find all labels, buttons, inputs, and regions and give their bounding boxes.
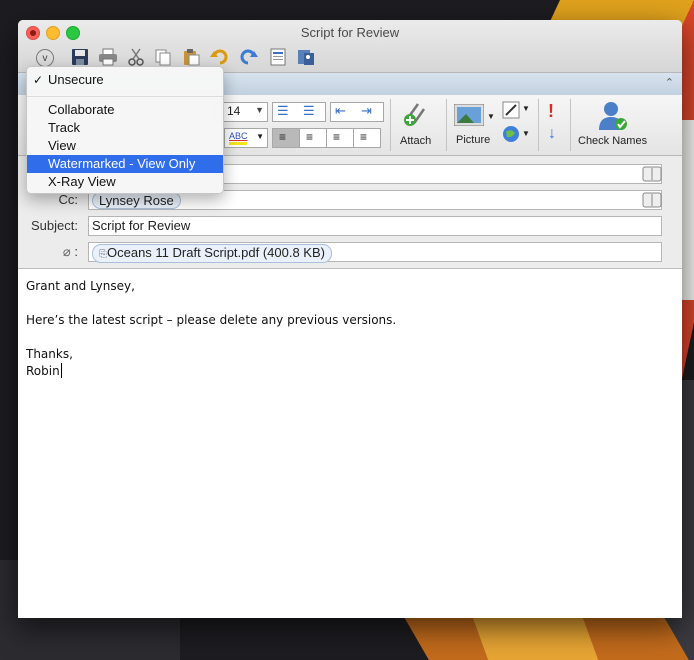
list-buttons: ☰ ☰	[272, 102, 326, 122]
align-left-button[interactable]: ≡	[272, 128, 300, 148]
attachment-token[interactable]: ⎘Oceans 11 Draft Script.pdf (400.8 KB)	[92, 244, 332, 263]
menu-item-watermarked[interactable]: Watermarked - View Only	[27, 155, 223, 173]
justify-button[interactable]: ≡	[353, 128, 381, 148]
undo-icon[interactable]	[210, 47, 230, 67]
subject-label: Subject:	[31, 218, 78, 233]
checkmark-icon: ✓	[33, 73, 44, 87]
decrease-indent-icon[interactable]: ⇤	[335, 103, 346, 119]
attachment-colon: :	[74, 244, 78, 259]
body-line: Robin	[26, 364, 60, 378]
check-names-button[interactable]: Check Names	[576, 98, 650, 152]
highlight-color-swatch	[229, 142, 247, 145]
align-left-icon: ≡	[279, 130, 287, 144]
window-title: Script for Review	[300, 25, 400, 40]
align-center-icon: ≡	[306, 130, 314, 144]
address-book-to-button[interactable]	[642, 165, 662, 183]
paperclip-icon	[404, 103, 426, 126]
body-line: Thanks,	[26, 347, 73, 361]
cut-icon[interactable]	[126, 47, 146, 67]
picture-button[interactable]: ▼ Picture	[452, 98, 500, 152]
message-body[interactable]: Grant and Lynsey, Here’s the latest scri…	[18, 268, 682, 618]
attach-label: Attach	[400, 135, 432, 147]
indent-buttons: ⇤ ⇥	[330, 102, 384, 122]
align-right-icon: ≡	[333, 130, 341, 144]
menu-item-label: Watermarked - View Only	[48, 156, 196, 171]
copy-icon[interactable]	[153, 47, 173, 67]
align-center-button[interactable]: ≡	[299, 128, 327, 148]
picture-label: Picture	[456, 134, 491, 146]
increase-indent-icon[interactable]: ⇥	[361, 103, 372, 119]
address-book-icon[interactable]	[296, 47, 316, 67]
attachment-label: ⌀ :	[18, 244, 78, 260]
align-right-button[interactable]: ≡	[326, 128, 354, 148]
draw-tool-button[interactable]: ▼	[502, 101, 530, 121]
format-icon[interactable]	[268, 47, 288, 67]
pencil-icon	[502, 101, 520, 119]
menu-item-label: Track	[48, 120, 81, 135]
pdf-file-icon: ⎘	[99, 249, 107, 260]
divider	[570, 99, 571, 151]
address-book-cc-button[interactable]	[642, 191, 662, 209]
book-icon	[642, 192, 662, 208]
menu-item-track[interactable]: Track	[27, 119, 223, 137]
low-priority-icon[interactable]: ↓	[548, 125, 564, 145]
divider	[538, 99, 539, 151]
title-bar: Script for Review v	[18, 20, 682, 72]
chevron-down-icon: ▼	[255, 105, 264, 115]
paperclip-icon: ⌀	[62, 244, 71, 259]
body-line-last: Robin	[26, 362, 62, 380]
menu-item-label: Collaborate	[48, 102, 115, 117]
save-icon[interactable]	[70, 47, 90, 67]
attach-button[interactable]: Attach	[396, 98, 436, 152]
bulleted-list-icon[interactable]: ☰	[277, 103, 289, 119]
options-icon[interactable]: v	[36, 49, 54, 67]
chevron-down-icon: ▼	[522, 104, 530, 113]
person-check-icon	[599, 102, 627, 130]
menu-item-xray-view[interactable]: X-Ray View	[27, 173, 223, 191]
menu-item-label: X-Ray View	[48, 174, 116, 189]
menu-item-label: View	[48, 138, 76, 153]
menu-item-collaborate[interactable]: Collaborate	[27, 101, 223, 119]
attachments-field[interactable]: ⎘Oceans 11 Draft Script.pdf (400.8 KB)	[88, 242, 662, 263]
attachment-name: Oceans 11 Draft Script.pdf (400.8 KB)	[107, 245, 325, 260]
spelling-button[interactable]: ABC ▼	[224, 128, 268, 148]
collapse-ribbon-icon[interactable]: ⌃	[665, 76, 674, 89]
check-names-label: Check Names	[578, 135, 648, 147]
high-priority-icon[interactable]: !	[548, 101, 564, 121]
body-line: Here’s the latest script – please delete…	[26, 313, 397, 327]
menu-item-label: Unsecure	[48, 72, 104, 87]
print-icon[interactable]	[98, 47, 118, 67]
numbered-list-icon[interactable]: ☰	[303, 103, 315, 119]
spelling-label: ABC	[229, 131, 248, 141]
menu-item-view[interactable]: View	[27, 137, 223, 155]
permissions-menu: ✓ Unsecure Collaborate Track View Waterm…	[26, 66, 224, 194]
divider	[446, 99, 447, 151]
paste-icon[interactable]	[181, 47, 201, 67]
chevron-down-icon: ▼	[487, 112, 495, 121]
cc-label: Cc:	[58, 192, 79, 207]
redo-icon[interactable]	[238, 47, 258, 67]
justify-icon: ≡	[360, 130, 368, 144]
globe-icon	[503, 126, 519, 142]
divider	[390, 99, 391, 151]
chevron-down-icon: ▼	[256, 132, 264, 141]
book-icon	[642, 166, 662, 182]
menu-separator	[27, 96, 223, 97]
body-line: Grant and Lynsey,	[26, 279, 135, 293]
menu-item-unsecure[interactable]: ✓ Unsecure	[27, 71, 223, 89]
picture-icon	[454, 104, 484, 126]
chevron-down-icon: ▼	[522, 129, 530, 138]
recipient-token[interactable]: Lynsey Rose	[92, 192, 181, 209]
hyperlink-button[interactable]: ▼	[502, 125, 530, 147]
subject-field[interactable]: Script for Review	[88, 216, 662, 236]
text-cursor	[60, 363, 62, 378]
font-size-value: 14	[227, 104, 241, 118]
